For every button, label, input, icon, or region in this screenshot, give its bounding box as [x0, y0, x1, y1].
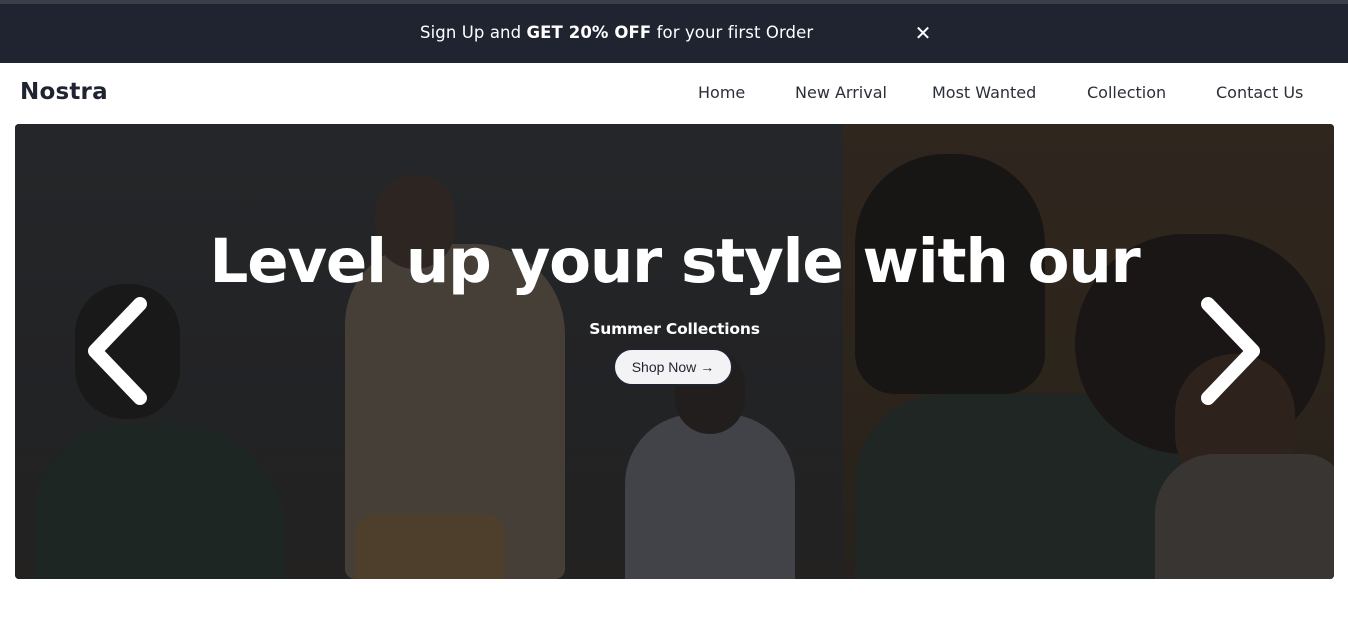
chevron-left-icon: [88, 297, 147, 405]
nav-link-most-wanted[interactable]: Most Wanted: [932, 83, 1036, 102]
promo-text-after: for your first Order: [651, 23, 814, 42]
nav-link-new-arrival[interactable]: New Arrival: [795, 83, 887, 102]
promo-text-before: Sign Up and: [420, 23, 527, 42]
nav-link-collection[interactable]: Collection: [1087, 83, 1166, 102]
hero-carousel: Level up your style with our Summer Coll…: [15, 124, 1334, 579]
shop-now-label: Shop Now: [631, 359, 697, 375]
hero-title: Level up your style with our: [209, 226, 1141, 297]
arrow-right-icon: →: [700, 359, 715, 375]
carousel-next-button[interactable]: [1190, 294, 1270, 409]
shop-now-button[interactable]: Shop Now →: [613, 348, 733, 386]
navbar: Nostra Home New Arrival Most Wanted Coll…: [0, 63, 1348, 124]
nav-link-contact-us[interactable]: Contact Us: [1216, 83, 1303, 102]
chevron-right-icon: [1201, 297, 1260, 405]
brand-logo[interactable]: Nostra: [20, 79, 108, 105]
nav-link-home[interactable]: Home: [698, 83, 745, 102]
close-icon[interactable]: ✕: [911, 20, 935, 46]
carousel-prev-button[interactable]: [85, 294, 165, 409]
promo-banner: Sign Up and GET 20% OFF for your first O…: [0, 4, 1348, 63]
promo-text: Sign Up and GET 20% OFF for your first O…: [420, 23, 813, 42]
hero-subtitle: Summer Collections: [589, 320, 760, 338]
promo-discount: GET 20% OFF: [526, 23, 652, 42]
